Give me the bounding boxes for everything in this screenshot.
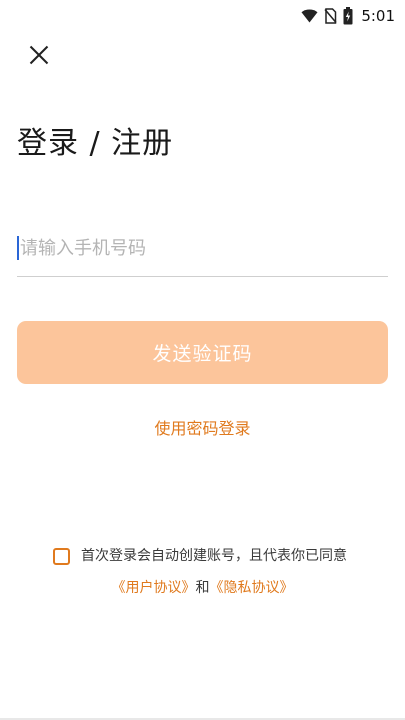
text-cursor xyxy=(17,236,19,260)
send-code-button[interactable]: 发送验证码 xyxy=(17,321,388,384)
close-button[interactable] xyxy=(22,40,56,74)
agreement-conjunction: 和 xyxy=(195,580,210,596)
status-bar: 5:01 xyxy=(0,0,405,32)
agreement-checkbox[interactable] xyxy=(53,548,70,565)
user-agreement-link[interactable]: 《用户协议》 xyxy=(112,580,196,596)
agreement-text: 首次登录会自动创建账号，且代表你已同意 xyxy=(81,548,347,564)
status-icons: 5:01 xyxy=(301,4,395,28)
password-login-link[interactable]: 使用密码登录 xyxy=(0,415,405,439)
privacy-agreement-link[interactable]: 《隐私协议》 xyxy=(210,580,294,596)
agreement-links: 《用户协议》和《隐私协议》 xyxy=(0,578,405,598)
agreement-row: 首次登录会自动创建账号，且代表你已同意 xyxy=(53,546,347,566)
no-sim-icon xyxy=(324,8,337,24)
phone-field[interactable] xyxy=(17,226,388,277)
battery-charging-icon xyxy=(343,7,353,25)
page-title: 登录 / 注册 xyxy=(17,126,174,161)
phone-input[interactable] xyxy=(20,226,380,270)
wifi-icon xyxy=(301,9,318,23)
close-icon[interactable] xyxy=(29,45,49,69)
status-time: 5:01 xyxy=(361,7,395,25)
